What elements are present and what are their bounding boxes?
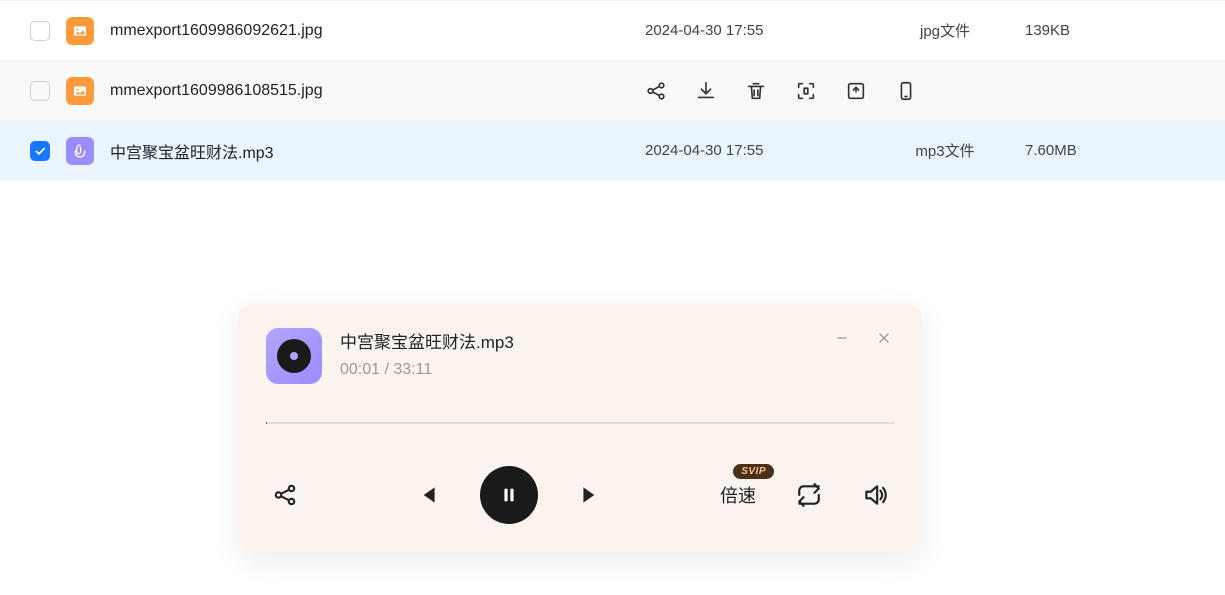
svip-badge: SVIP bbox=[733, 464, 774, 479]
previous-button[interactable] bbox=[414, 482, 440, 508]
file-checkbox[interactable] bbox=[30, 21, 50, 41]
album-art bbox=[266, 328, 322, 384]
close-button[interactable] bbox=[874, 328, 894, 348]
track-time: 00:01 / 33:11 bbox=[340, 361, 894, 379]
file-size: 7.60MB bbox=[1025, 142, 1195, 159]
file-checkbox[interactable] bbox=[30, 141, 50, 161]
file-type: mp3文件 bbox=[865, 140, 1025, 161]
extra-controls: SVIP 倍速 bbox=[720, 482, 888, 508]
audio-player: 中宫聚宝盆旺财法.mp3 00:01 / 33:11 bbox=[238, 304, 922, 552]
file-checkbox[interactable] bbox=[30, 81, 50, 101]
progress-bar[interactable] bbox=[266, 422, 894, 424]
file-date: 2024-04-30 17:55 bbox=[645, 22, 865, 39]
file-row[interactable]: 中宫聚宝盆旺财法.mp3 2024-04-30 17:55 mp3文件 7.60… bbox=[0, 120, 1225, 180]
window-controls bbox=[832, 328, 894, 348]
file-name: 中宫聚宝盆旺财法.mp3 bbox=[110, 139, 645, 163]
pause-button[interactable] bbox=[480, 466, 538, 524]
file-name: mmexport1609986092621.jpg bbox=[110, 22, 645, 40]
audio-file-icon bbox=[66, 137, 94, 165]
file-date: 2024-04-30 17:55 bbox=[645, 142, 865, 159]
minimize-button[interactable] bbox=[832, 328, 852, 348]
share-button[interactable] bbox=[272, 482, 298, 508]
record-icon bbox=[277, 339, 311, 373]
player-header: 中宫聚宝盆旺财法.mp3 00:01 / 33:11 bbox=[266, 328, 894, 384]
scan-icon[interactable] bbox=[795, 80, 817, 102]
file-row[interactable]: mmexport1609986092621.jpg 2024-04-30 17:… bbox=[0, 0, 1225, 60]
row-actions bbox=[645, 80, 1195, 102]
share-icon[interactable] bbox=[645, 80, 667, 102]
progress-fill bbox=[266, 422, 267, 424]
delete-icon[interactable] bbox=[745, 80, 767, 102]
file-row[interactable]: mmexport1609986108515.jpg bbox=[0, 60, 1225, 120]
image-file-icon bbox=[66, 77, 94, 105]
collapse-icon[interactable] bbox=[845, 80, 867, 102]
speed-label: 倍速 bbox=[720, 486, 756, 506]
download-icon[interactable] bbox=[695, 80, 717, 102]
mobile-icon[interactable] bbox=[895, 80, 917, 102]
player-controls: SVIP 倍速 bbox=[266, 466, 894, 524]
image-file-icon bbox=[66, 17, 94, 45]
file-size: 139KB bbox=[1025, 22, 1195, 39]
speed-button[interactable]: SVIP 倍速 bbox=[720, 482, 756, 508]
loop-button[interactable] bbox=[796, 482, 822, 508]
file-type: jpg文件 bbox=[865, 20, 1025, 41]
file-name: mmexport1609986108515.jpg bbox=[110, 82, 645, 100]
playback-controls bbox=[414, 466, 604, 524]
volume-button[interactable] bbox=[862, 482, 888, 508]
track-title: 中宫聚宝盆旺财法.mp3 bbox=[340, 328, 894, 353]
file-list: mmexport1609986092621.jpg 2024-04-30 17:… bbox=[0, 0, 1225, 180]
track-info: 中宫聚宝盆旺财法.mp3 00:01 / 33:11 bbox=[340, 328, 894, 379]
next-button[interactable] bbox=[578, 482, 604, 508]
